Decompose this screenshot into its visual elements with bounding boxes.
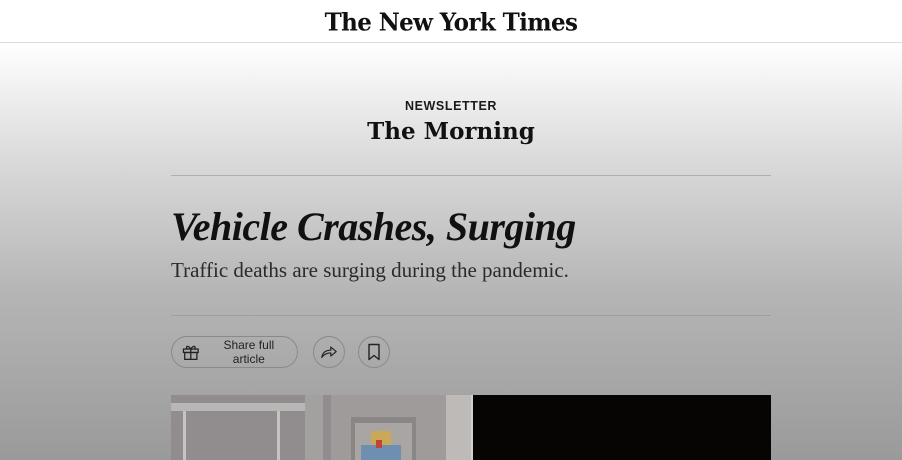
share-arrow-icon: [321, 346, 337, 358]
bookmark-icon: [368, 343, 380, 361]
top-divider: [171, 175, 771, 176]
article-page: NEWSLETTER The Morning Vehicle Crashes, …: [0, 43, 902, 460]
newsletter-kicker: NEWSLETTER: [404, 99, 498, 113]
article-summary: Traffic deaths are surging during the pa…: [171, 258, 569, 282]
gift-icon: [182, 345, 199, 360]
actions-divider: [171, 315, 771, 316]
lead-image: [171, 395, 771, 460]
save-article-button[interactable]: [358, 336, 390, 368]
nyt-logo[interactable]: The New York Times: [325, 8, 578, 36]
share-full-article-label: Share full article: [223, 338, 275, 366]
masthead: The New York Times: [0, 0, 902, 43]
share-full-article-button[interactable]: Share full article: [171, 336, 298, 368]
lead-image-right-panel: [473, 395, 771, 460]
article-headline: Vehicle Crashes, Surging: [171, 204, 576, 249]
newsletter-series-title[interactable]: The Morning: [0, 118, 902, 145]
lead-image-left-panel: [171, 395, 471, 460]
share-button[interactable]: [313, 336, 345, 368]
